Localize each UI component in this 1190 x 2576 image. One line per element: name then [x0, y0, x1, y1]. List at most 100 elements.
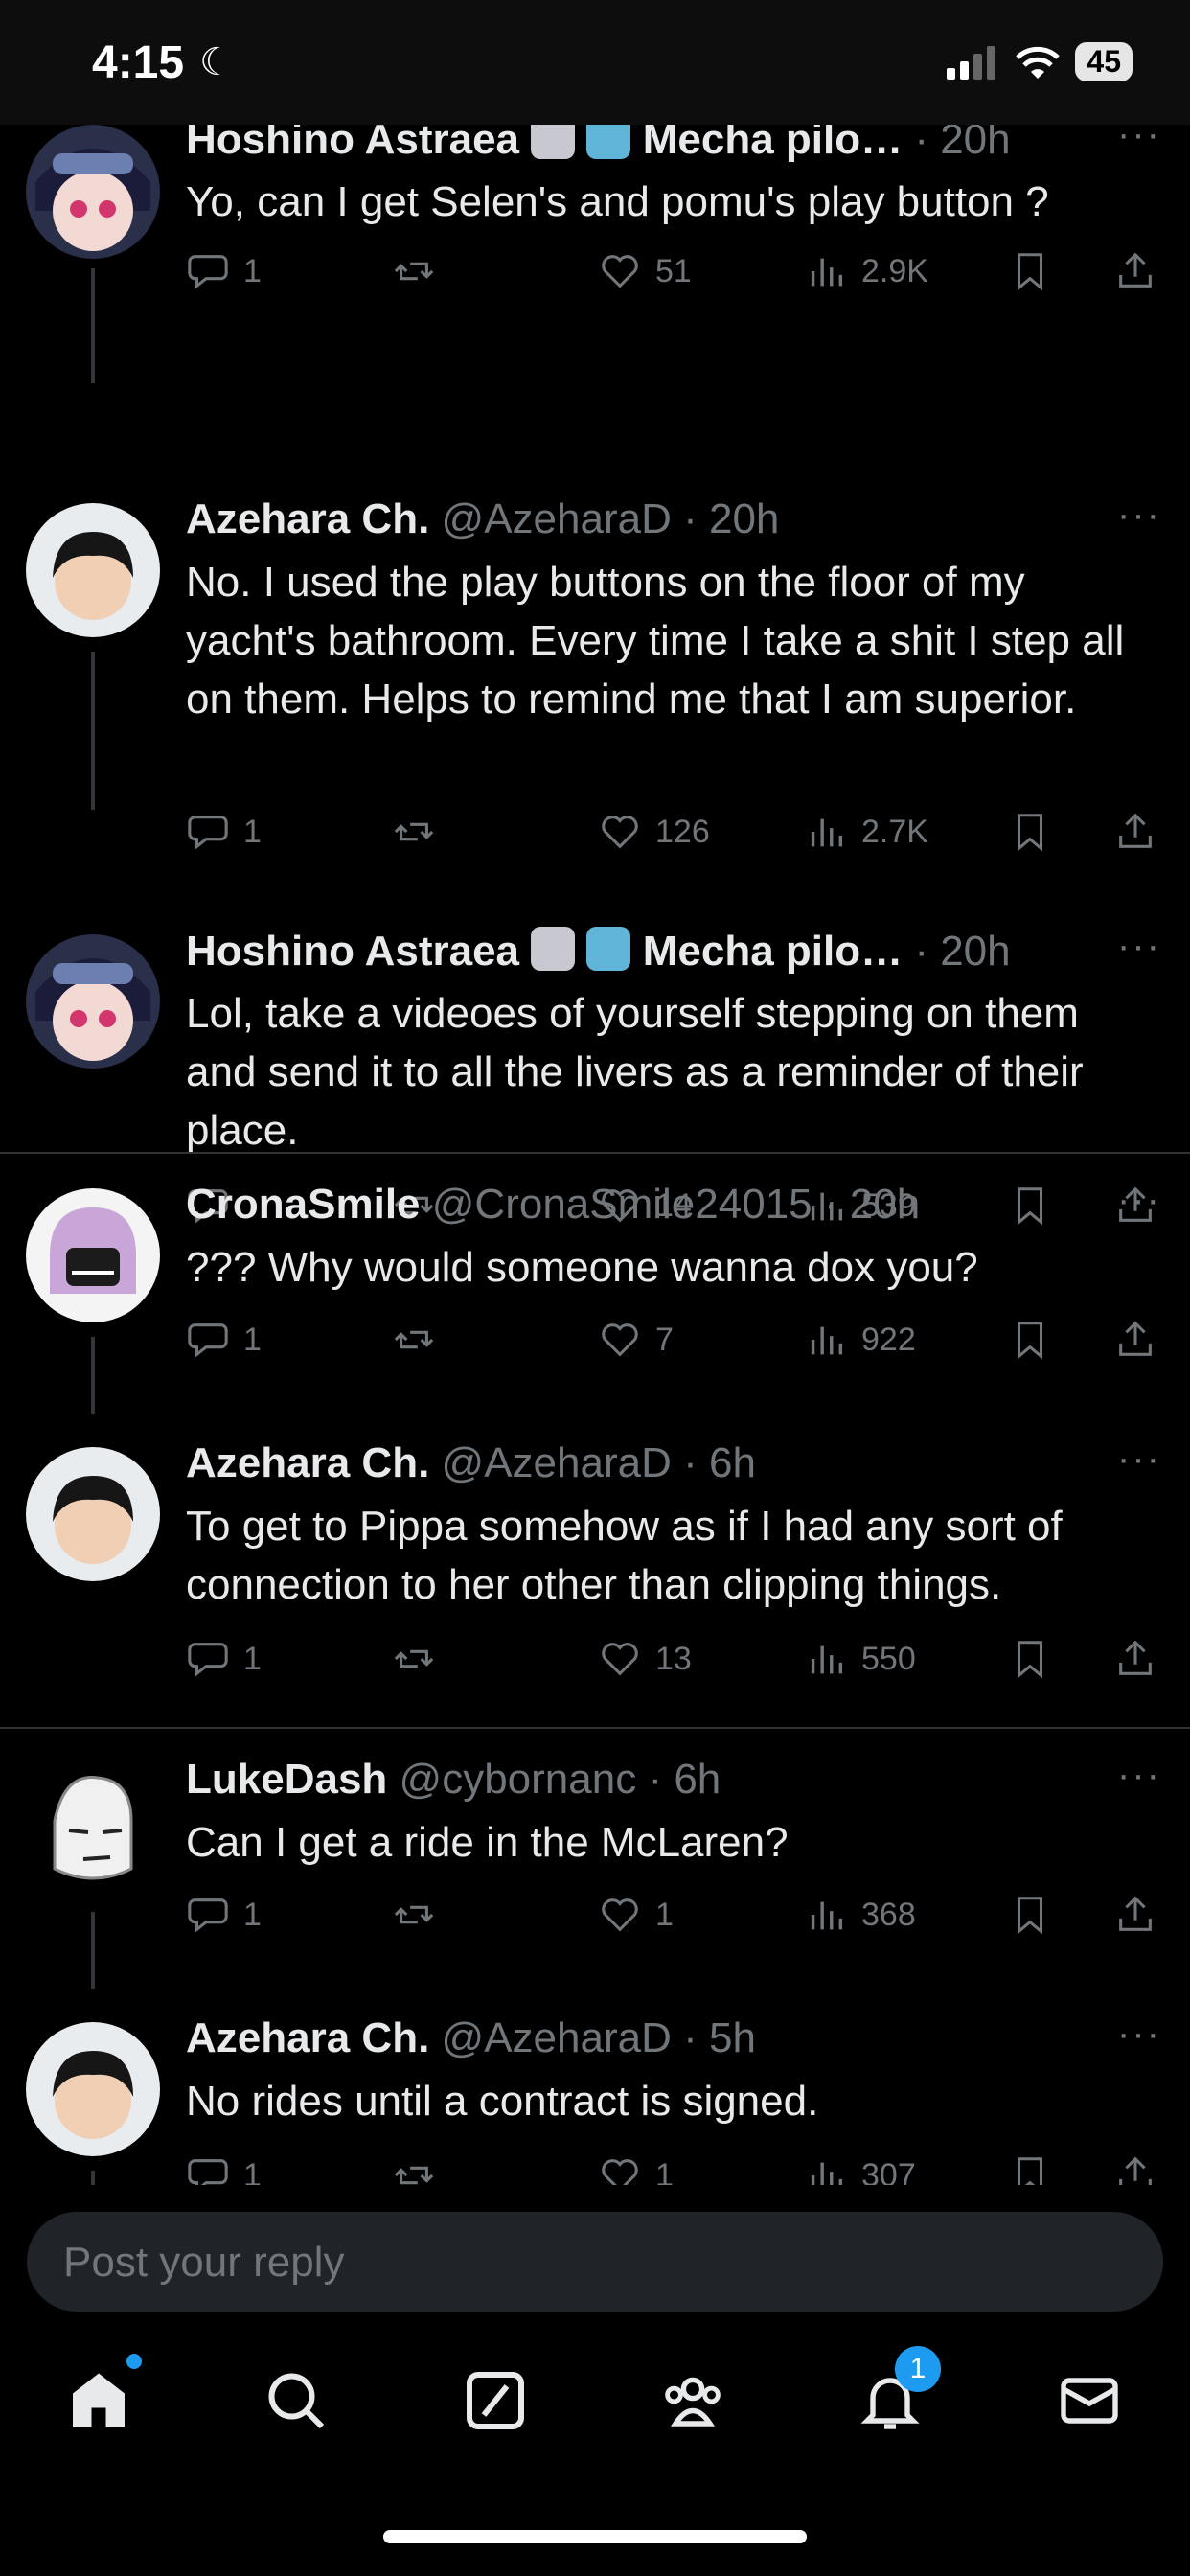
tweet-item[interactable]: Hoshino Astraea Mecha pilo… · 20h ··· Yo…	[0, 125, 1190, 383]
tab-messages[interactable]	[1046, 2358, 1133, 2444]
reply-button[interactable]: 1	[186, 1893, 262, 1937]
tweet-item[interactable]: Azehara Ch. @AzeharaD · 6h ··· To get to…	[0, 1414, 1190, 1730]
share-button[interactable]	[1113, 2153, 1157, 2185]
like-button[interactable]: 1	[598, 2153, 674, 2185]
views-icon	[811, 258, 843, 287]
views-count: 922	[861, 1321, 916, 1358]
like-count: 1	[655, 1896, 674, 1933]
divider	[0, 1727, 1190, 1729]
grok-icon	[467, 2372, 524, 2429]
tab-home[interactable]	[56, 2354, 142, 2444]
like-button[interactable]: 1	[598, 1893, 674, 1937]
avatar[interactable]	[26, 1447, 160, 1581]
display-name[interactable]: Azehara Ch.	[186, 1439, 429, 1486]
avatar[interactable]	[26, 934, 160, 1069]
like-count: 1	[655, 2156, 674, 2186]
repost-icon	[394, 262, 434, 281]
more-options-icon[interactable]: ···	[1117, 125, 1161, 156]
like-icon	[602, 1643, 638, 1676]
repost-button[interactable]	[392, 2153, 449, 2185]
bookmark-button[interactable]	[1008, 1318, 1052, 1362]
more-options-icon[interactable]: ···	[1117, 1179, 1161, 1222]
tweet-actions: 1 51 2.9K	[186, 249, 1163, 307]
reply-input[interactable]	[61, 2212, 1119, 2313]
views-button[interactable]: 922	[804, 1318, 916, 1362]
tweet-text: No. I used the play buttons on the floor…	[186, 559, 1125, 723]
share-button[interactable]	[1113, 1637, 1157, 1681]
views-button[interactable]: 550	[804, 1637, 916, 1681]
display-name[interactable]: Hoshino Astraea	[186, 125, 519, 163]
handle[interactable]: @cybornanc	[400, 1756, 637, 1803]
tab-grok[interactable]	[452, 2358, 538, 2444]
more-options-icon[interactable]: ···	[1117, 925, 1161, 968]
share-button[interactable]	[1113, 1318, 1157, 1362]
avatar[interactable]	[26, 503, 160, 637]
tweet-item[interactable]: Azehara Ch. @AzeharaD · 20h ··· No. I us…	[0, 379, 1190, 852]
bookmark-button[interactable]	[1008, 1893, 1052, 1937]
reply-composer[interactable]	[27, 2212, 1163, 2313]
views-button[interactable]: 2.9K	[804, 249, 928, 293]
handle[interactable]: @CronaSmile24015	[432, 1181, 812, 1228]
moon-icon: ☾	[199, 41, 234, 83]
avatar[interactable]	[26, 2022, 160, 2156]
handle[interactable]: @AzeharaD	[442, 1439, 672, 1486]
display-name-suffix: Mecha pilo…	[642, 125, 904, 163]
home-indicator[interactable]	[383, 2530, 807, 2543]
views-icon	[811, 1326, 843, 1355]
share-button[interactable]	[1113, 1893, 1157, 1937]
repost-button[interactable]	[392, 1893, 449, 1937]
bookmark-icon	[1017, 1641, 1043, 1679]
like-button[interactable]: 13	[598, 1637, 692, 1681]
repost-icon	[394, 1905, 434, 1924]
avatar[interactable]	[26, 1763, 160, 1898]
avatar[interactable]	[26, 1188, 160, 1322]
reply-count: 1	[243, 2156, 262, 2186]
like-icon	[602, 255, 638, 288]
share-icon	[1119, 252, 1152, 288]
tweet-time: · 6h	[683, 1439, 756, 1486]
share-button[interactable]	[1113, 249, 1157, 293]
reply-thread[interactable]: Hoshino Astraea Mecha pilo… · 20h ··· Yo…	[0, 125, 1190, 2185]
more-options-icon[interactable]: ···	[1117, 1438, 1161, 1481]
tweet-item[interactable]: CronaSmile @CronaSmile24015 · 20h ··· ??…	[0, 1155, 1190, 1414]
tweet-time: · 20h	[823, 1181, 921, 1228]
repost-button[interactable]	[392, 1637, 449, 1681]
bookmark-button[interactable]	[1008, 2153, 1052, 2185]
display-name[interactable]: CronaSmile	[186, 1181, 421, 1228]
like-button[interactable]: 7	[598, 1318, 674, 1362]
signal-icon	[947, 45, 996, 80]
astronaut-emoji-icon	[531, 125, 576, 159]
handle[interactable]: @AzeharaD	[442, 495, 672, 542]
tab-communities[interactable]	[650, 2358, 736, 2444]
display-name[interactable]: Azehara Ch.	[186, 495, 429, 542]
avatar[interactable]	[26, 125, 160, 259]
bookmark-button[interactable]	[1008, 1637, 1052, 1681]
tweet-item[interactable]: Azehara Ch. @AzeharaD · 5h ··· No rides …	[0, 1989, 1190, 2185]
tweet-time: · 20h	[683, 495, 780, 542]
bookmark-icon	[1017, 1322, 1043, 1360]
tab-search[interactable]	[253, 2358, 339, 2444]
like-button[interactable]: 51	[598, 249, 692, 293]
tab-notifications[interactable]: 1	[847, 2346, 941, 2444]
bookmark-button[interactable]	[1008, 249, 1052, 293]
display-name[interactable]: Azehara Ch.	[186, 2014, 429, 2061]
notifications-badge: 1	[895, 2346, 941, 2392]
handle[interactable]: @AzeharaD	[442, 2014, 672, 2061]
views-icon	[811, 2162, 843, 2185]
repost-icon	[394, 1649, 434, 1668]
bottom-tab-bar: 1	[0, 2338, 1190, 2482]
more-options-icon[interactable]: ···	[1117, 1754, 1161, 1797]
tweet-item[interactable]: LukeDash @cybornanc · 6h ··· Can I get a…	[0, 1730, 1190, 1989]
views-button[interactable]: 307	[804, 2153, 916, 2185]
display-name[interactable]: LukeDash	[186, 1756, 387, 1803]
reply-button[interactable]: 1	[186, 249, 262, 293]
reply-button[interactable]: 1	[186, 1637, 262, 1681]
views-button[interactable]: 368	[804, 1893, 916, 1937]
display-name[interactable]: Hoshino Astraea	[186, 928, 519, 975]
reply-button[interactable]: 1	[186, 1318, 262, 1362]
reply-button[interactable]: 1	[186, 2153, 262, 2185]
repost-button[interactable]	[392, 249, 449, 293]
more-options-icon[interactable]: ···	[1117, 494, 1161, 537]
more-options-icon[interactable]: ···	[1117, 2012, 1161, 2056]
repost-button[interactable]	[392, 1318, 449, 1362]
